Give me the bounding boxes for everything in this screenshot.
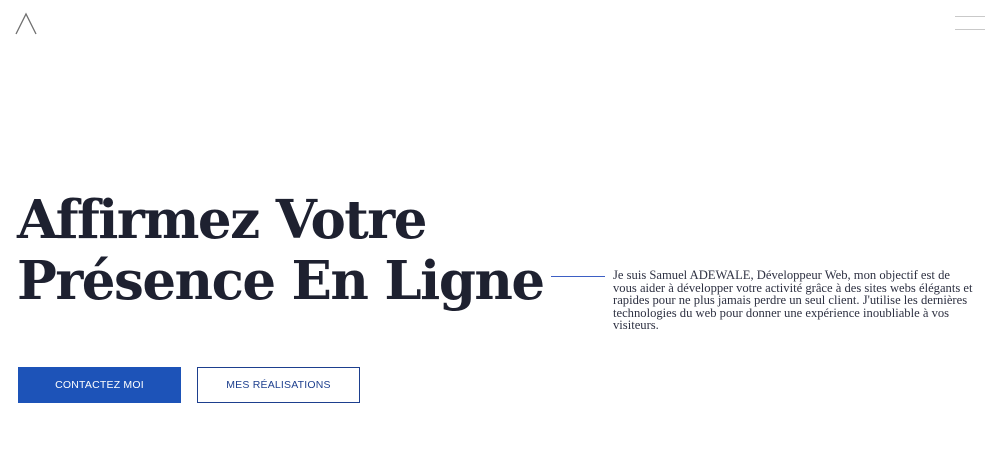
hero-title-line-2: Présence En Ligne: [17, 250, 545, 312]
logo-icon[interactable]: [14, 10, 40, 36]
chevron-up-logo-shape: [15, 12, 37, 35]
menu-bar-bottom: [955, 29, 985, 30]
hero-title: Affirmez Votre Présence En Ligne: [17, 189, 545, 312]
hero-title-line-1: Affirmez Votre: [17, 189, 427, 251]
menu-bar-top: [955, 16, 985, 17]
accent-divider: [551, 276, 605, 277]
intro-paragraph: Je suis Samuel ADEWALE, Développeur Web,…: [613, 268, 973, 332]
portfolio-button[interactable]: MES RÉALISATIONS: [197, 367, 360, 403]
hamburger-menu-icon[interactable]: [955, 14, 987, 34]
contact-button[interactable]: CONTACTEZ MOI: [18, 367, 181, 403]
